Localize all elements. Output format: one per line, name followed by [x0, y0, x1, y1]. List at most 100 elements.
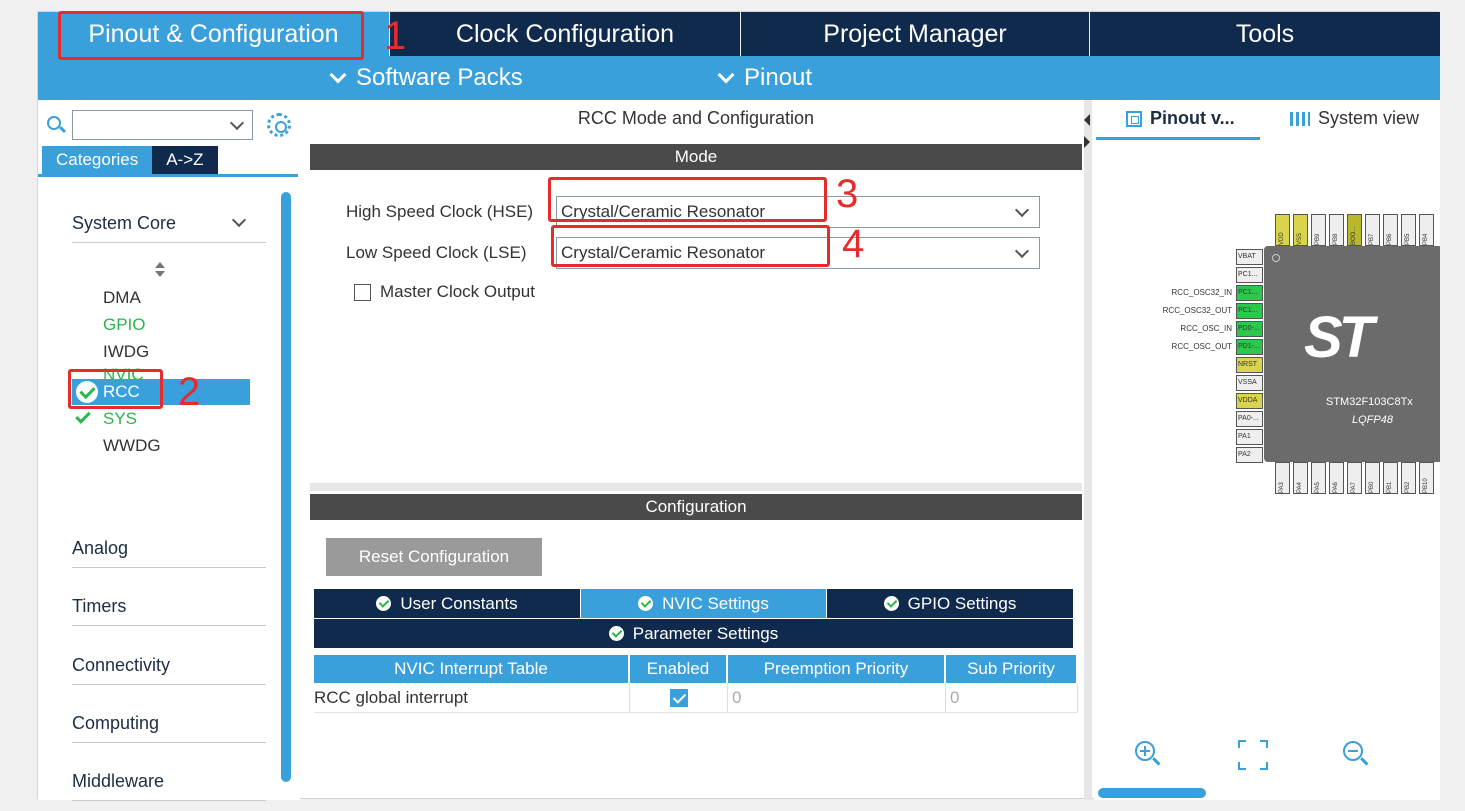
pin[interactable]: PA7 [1347, 462, 1362, 494]
pin[interactable]: PB2 [1401, 462, 1416, 494]
collapse-left-icon[interactable] [1084, 114, 1090, 126]
fit-to-screen-icon[interactable] [1238, 740, 1268, 770]
pin[interactable]: PB5 [1401, 214, 1416, 246]
tab-nvic-settings[interactable]: NVIC Settings [581, 589, 826, 618]
panel-splitter[interactable] [1084, 100, 1092, 800]
list-item-wwdg[interactable]: WWDG [38, 433, 250, 459]
pin[interactable]: NRST [1236, 357, 1263, 373]
pin[interactable]: PA4 [1293, 462, 1308, 494]
chevron-down-icon [717, 66, 735, 84]
category-analog[interactable]: Analog [72, 530, 1141, 568]
tab-pinout-view[interactable]: Pinout v... [1126, 108, 1235, 129]
column-header-sub-priority[interactable]: Sub Priority [946, 655, 1076, 683]
list-item-dma[interactable]: DMA [38, 285, 250, 311]
pin[interactable]: PB6 [1383, 214, 1398, 246]
tab-a-z[interactable]: A->Z [152, 146, 218, 174]
column-header-interrupt[interactable]: NVIC Interrupt Table [314, 655, 628, 683]
highlight-box-2 [68, 369, 163, 409]
horizontal-scrollbar[interactable] [1098, 788, 1206, 798]
check-circle-icon [638, 596, 654, 611]
pin[interactable]: VDDA [1236, 393, 1263, 409]
category-system-core[interactable]: System Core [72, 205, 266, 243]
vertical-scrollbar[interactable] [281, 192, 291, 782]
column-header-preemption[interactable]: Preemption Priority [728, 655, 944, 683]
pin[interactable]: VBAT [1236, 249, 1263, 265]
pin[interactable]: PB4 [1419, 214, 1434, 246]
list-item-iwdg[interactable]: IWDG [38, 339, 250, 365]
check-circle-icon [883, 596, 899, 611]
search-input[interactable] [72, 110, 253, 140]
st-logo-icon: ST [1304, 305, 1374, 370]
tab-project-manager[interactable]: Project Manager [741, 12, 1090, 56]
tab-categories[interactable]: Categories [42, 146, 153, 174]
pin[interactable]: PB9 [1311, 214, 1326, 246]
search-icon[interactable] [46, 115, 67, 135]
pin[interactable]: PB1 [1383, 462, 1398, 494]
column-header-enabled[interactable]: Enabled [630, 655, 726, 683]
view-tabs: Pinout v... System view [1094, 100, 1440, 142]
category-computing[interactable]: Computing [72, 705, 1141, 743]
pin[interactable]: PB8 [1329, 214, 1344, 246]
tab-tools[interactable]: Tools [1090, 12, 1440, 56]
pin[interactable]: VDD [1275, 214, 1290, 246]
pin[interactable]: VSSA [1236, 375, 1263, 391]
pin[interactable]: PD0-... [1236, 321, 1263, 337]
pin[interactable]: PB7 [1365, 214, 1380, 246]
pin[interactable]: PB0 [1365, 462, 1380, 494]
reset-configuration-button[interactable]: Reset Configuration [326, 538, 542, 576]
pin[interactable]: PC1... [1236, 285, 1263, 301]
pin[interactable]: PA1 [1236, 429, 1263, 445]
sort-icon[interactable] [154, 262, 166, 278]
category-timers[interactable]: Timers [72, 588, 1141, 626]
category-middleware[interactable]: Middleware [72, 763, 1141, 801]
expand-right-icon[interactable] [1084, 136, 1090, 148]
pin[interactable]: PA0-... [1236, 411, 1263, 427]
software-packs-menu[interactable]: Software Packs [328, 56, 523, 100]
pin[interactable]: PA3 [1275, 462, 1290, 494]
signal-label: RCC_OSC32_OUT [1162, 306, 1232, 315]
mode-header: Mode [310, 144, 1082, 170]
zoom-toolbar [1094, 736, 1440, 776]
zoom-in-icon[interactable] [1134, 740, 1161, 766]
pin[interactable]: PA6 [1329, 462, 1344, 494]
check-icon [75, 408, 91, 424]
table-cell-interrupt-name[interactable]: RCC global interrupt [314, 683, 630, 713]
pinout-canvas[interactable]: RCC_OSC32_IN RCC_OSC32_OUT RCC_OSC_IN RC… [1094, 142, 1440, 800]
mcu-chip[interactable]: ST STM32F103C8Tx LQFP48 [1264, 246, 1440, 462]
tab-parameter-settings[interactable]: Parameter Settings [314, 619, 1073, 648]
chevron-down-icon[interactable] [229, 115, 245, 131]
pin[interactable]: PA5 [1311, 462, 1326, 494]
panel-title: RCC Mode and Configuration [577, 108, 815, 128]
gear-icon[interactable] [267, 113, 291, 137]
pin[interactable]: PC1... [1236, 303, 1263, 319]
pin[interactable]: BOO... [1347, 214, 1362, 246]
zoom-out-icon[interactable] [1342, 740, 1369, 766]
master-clock-output-row[interactable]: Master Clock Output [354, 282, 535, 302]
pin[interactable]: PB10 [1419, 462, 1434, 494]
tab-clock-configuration[interactable]: Clock Configuration [390, 12, 741, 56]
table-cell-sub-priority[interactable]: 0 [946, 683, 1078, 713]
signal-label: RCC_OSC32_IN [1171, 288, 1232, 297]
pin[interactable]: PA2 [1236, 447, 1263, 463]
master-clock-output-checkbox[interactable] [354, 283, 371, 301]
pin[interactable]: PC1... [1236, 267, 1263, 283]
list-item-sys[interactable]: SYS [38, 406, 250, 432]
chip-package: LQFP48 [1352, 414, 1393, 426]
tab-system-view[interactable]: System view [1290, 108, 1419, 129]
pinout-menu[interactable]: Pinout [716, 56, 812, 100]
sub-menu-bar: Software Packs Pinout [38, 56, 1440, 100]
table-cell-preemption[interactable]: 0 [728, 683, 946, 713]
panel-divider[interactable] [310, 483, 1082, 491]
pin[interactable]: PD1-... [1236, 339, 1263, 355]
enabled-checkbox[interactable] [669, 688, 688, 707]
pin[interactable]: VSS [1293, 214, 1308, 246]
check-circle-icon [608, 626, 624, 641]
highlight-box-1 [58, 11, 364, 60]
highlight-box-4 [551, 225, 830, 267]
tab-user-constants[interactable]: User Constants [314, 589, 580, 618]
tab-gpio-settings[interactable]: GPIO Settings [827, 589, 1073, 618]
category-connectivity[interactable]: Connectivity [72, 647, 1141, 685]
stm32cubemx-window: Pinout & Configuration Clock Configurati… [37, 11, 1440, 801]
list-item-gpio[interactable]: GPIO [38, 312, 250, 338]
configuration-header: Configuration [310, 494, 1082, 520]
